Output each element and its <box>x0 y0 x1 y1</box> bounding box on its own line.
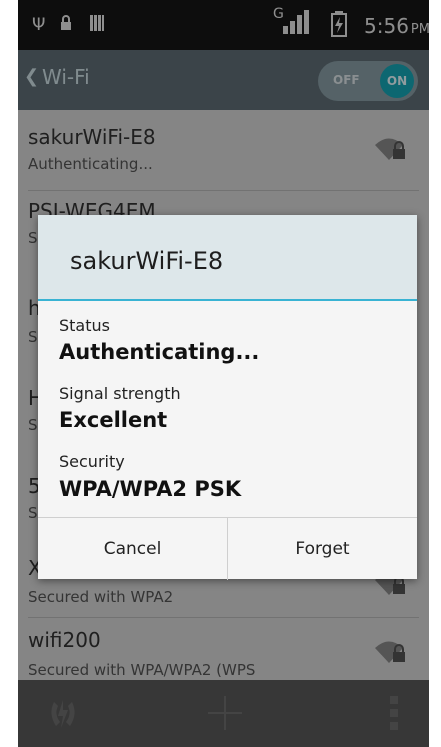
network-details-dialog: sakurWiFi-E8 Status Authenticating... Si… <box>38 215 417 580</box>
status-value: Authenticating... <box>59 340 260 364</box>
signal-strength-label: Signal strength <box>59 384 181 403</box>
security-label: Security <box>59 452 125 471</box>
security-value: WPA/WPA2 PSK <box>59 477 242 501</box>
phone-screen: Ψ G 5:56 PM ❮ Wi-Fi OFF ON sakurWiFi-E8 A… <box>18 0 429 747</box>
dialog-button-bar: Cancel Forget <box>38 517 417 580</box>
dialog-header: sakurWiFi-E8 <box>38 215 417 301</box>
status-label: Status <box>59 316 110 335</box>
signal-strength-value: Excellent <box>59 408 168 432</box>
dialog-title: sakurWiFi-E8 <box>70 247 224 275</box>
forget-button[interactable]: Forget <box>228 518 417 580</box>
cancel-button[interactable]: Cancel <box>38 518 227 580</box>
